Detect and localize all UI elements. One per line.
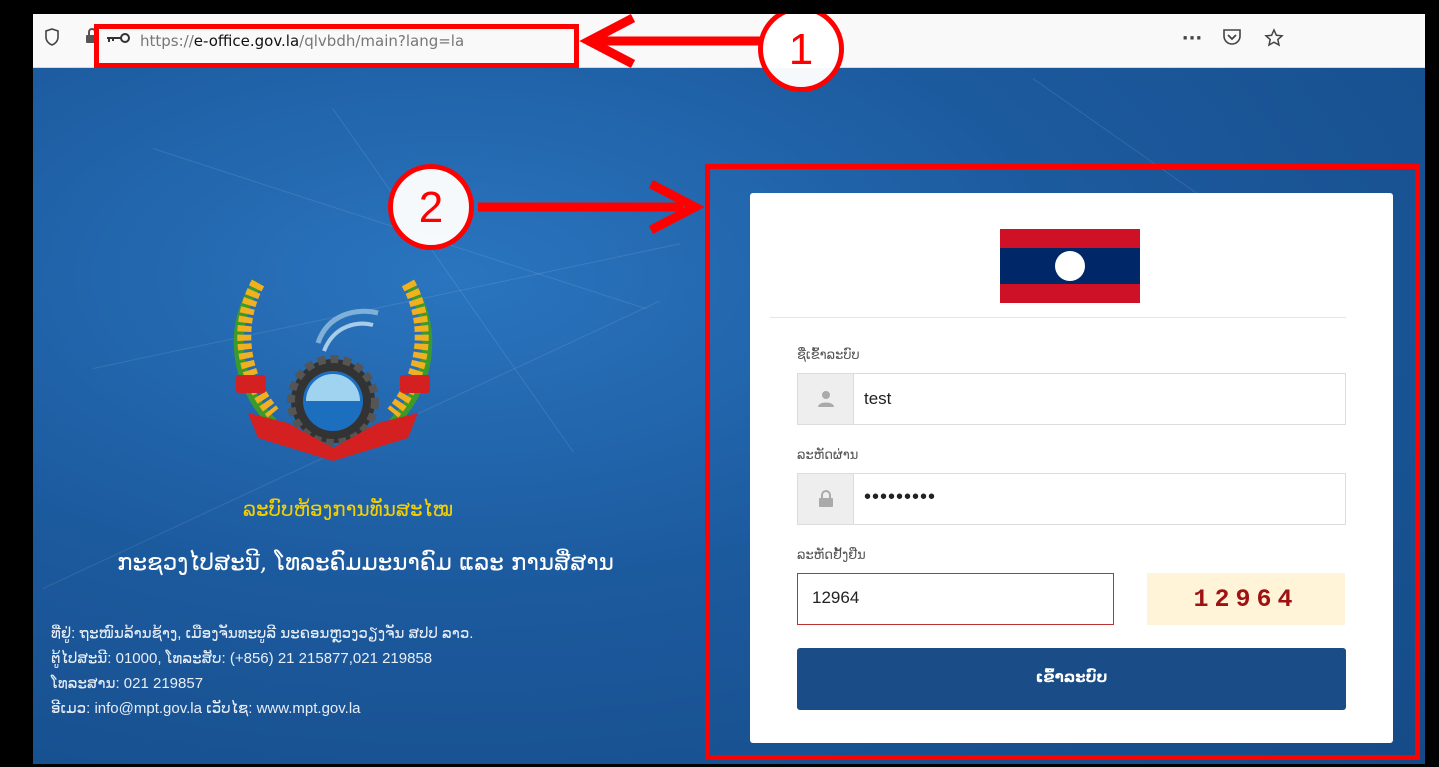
marker-1-label: 1 (788, 25, 814, 74)
screenshot-frame: https://e-office.gov.la/qlvbdh/main?lang… (0, 0, 1439, 767)
marker-2-label: 2 (418, 183, 444, 232)
annotation-marker-2: 2 (388, 164, 474, 250)
annotation-arrows (478, 14, 767, 234)
browser-window: https://e-office.gov.la/qlvbdh/main?lang… (33, 14, 1425, 764)
